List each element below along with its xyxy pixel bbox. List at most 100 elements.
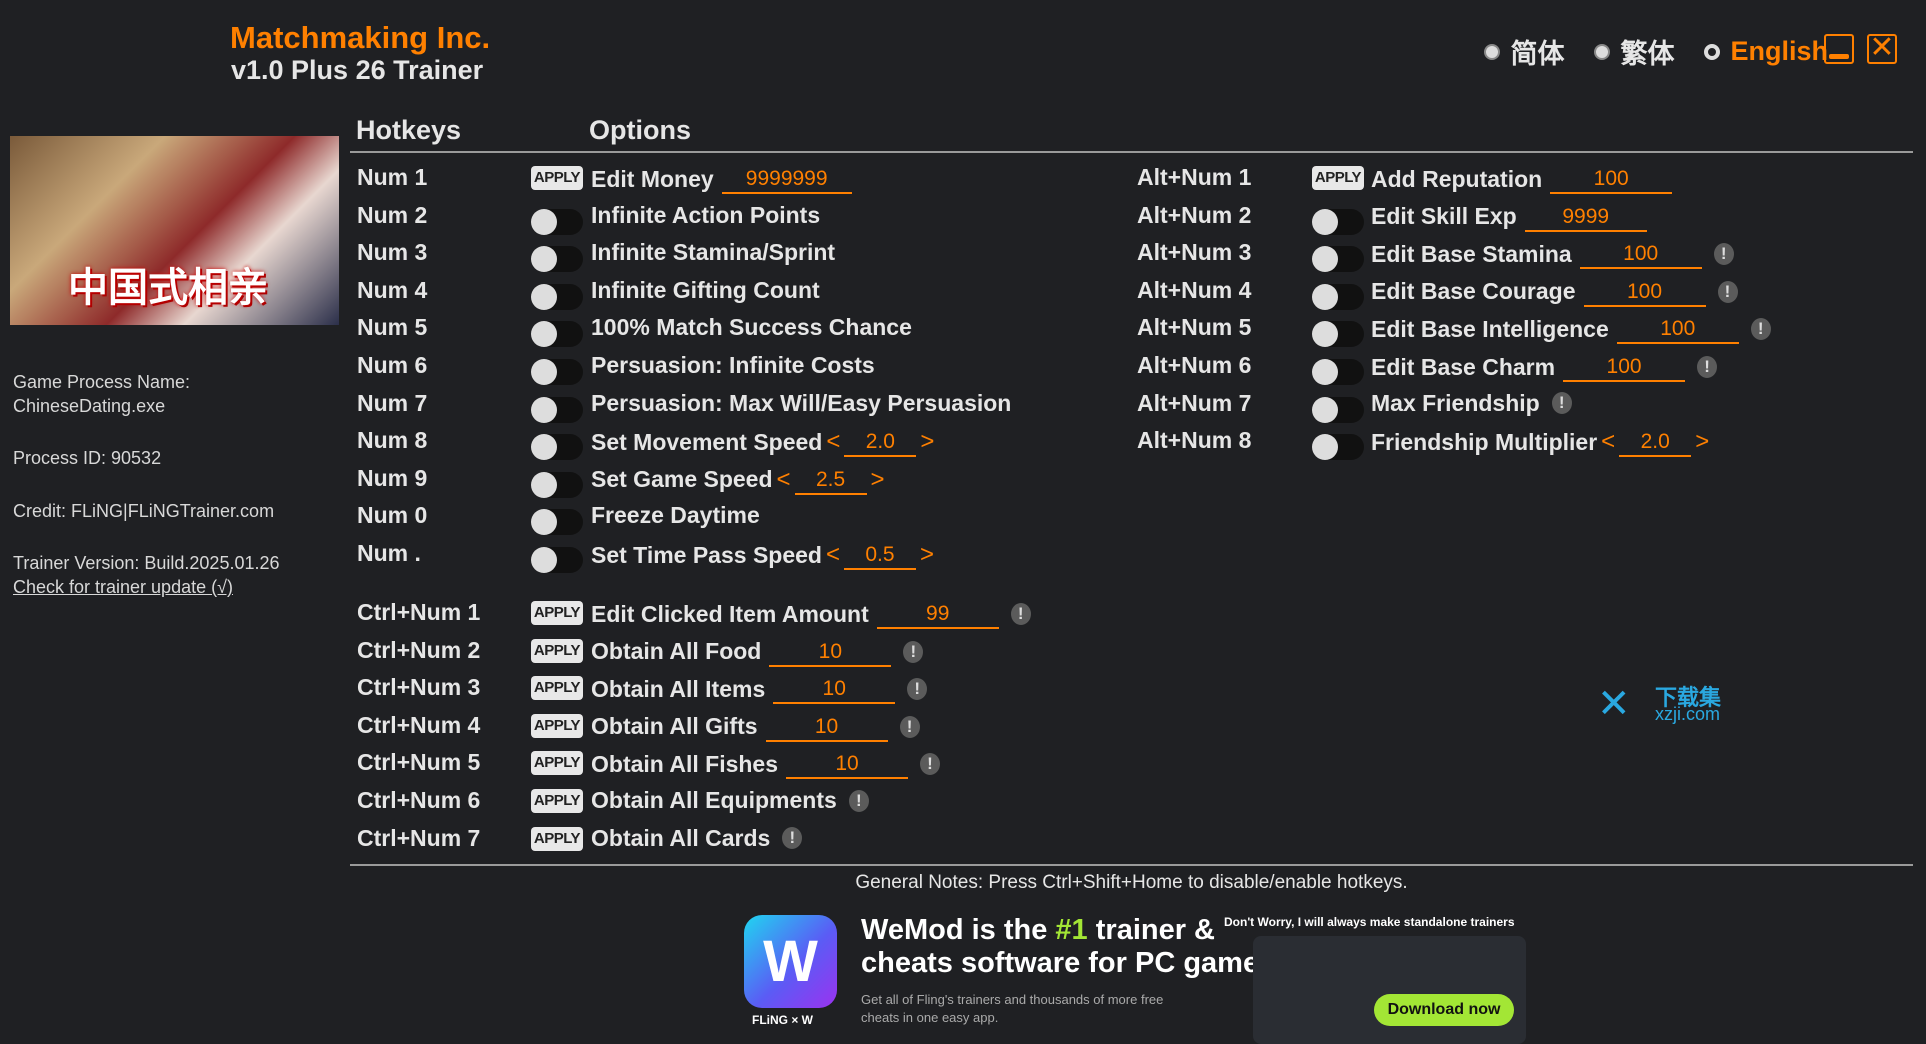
ad-body: Get all of Fling's trainers and thousand… [861,992,1164,1025]
toggle-switch[interactable] [531,321,583,348]
lang-simplified[interactable]: 简体 [1484,32,1564,71]
process-name-label: Game Process Name: [13,372,191,392]
close-button[interactable]: ✕ [1867,33,1897,64]
stepper-value[interactable]: 2.0 [844,427,917,458]
warning-icon[interactable]: ! [907,678,928,701]
hotkey: Alt+Num 4 [1137,276,1252,303]
increase-arrow-icon[interactable]: > [920,541,934,569]
warning-icon[interactable]: ! [1551,392,1572,415]
option-label: Edit Base Intelligence [1371,315,1609,342]
value-input[interactable]: 99 [876,599,999,629]
toggle-switch[interactable] [1312,396,1364,423]
value-input[interactable]: 100 [1583,277,1706,307]
toggle-switch[interactable] [531,434,583,461]
hotkey: Num 5 [357,314,428,341]
warning-icon[interactable]: ! [920,753,941,776]
increase-arrow-icon[interactable]: > [920,428,934,456]
radio-icon[interactable] [1484,43,1501,60]
toggle-switch[interactable] [1312,321,1364,348]
decrease-arrow-icon[interactable]: < [826,541,840,569]
option-row-obtain-all-equipments: Ctrl+Num 6 APPLY Obtain All Equipments! [357,783,1157,819]
radio-selected-icon[interactable] [1704,43,1721,60]
toggle-switch[interactable] [1312,434,1364,461]
stepper-value[interactable]: 2.0 [1619,427,1692,458]
decrease-arrow-icon[interactable]: < [777,466,791,494]
download-now-button[interactable]: Download now [1374,994,1514,1026]
toggle-switch[interactable] [531,359,583,385]
language-selector: 简体 繁体 English [1484,32,1846,71]
toggle-switch[interactable] [531,246,583,273]
option-row-edit-base-courage: Alt+Num 4 Edit Base Courage 100! [1137,273,1926,310]
warning-icon[interactable]: ! [1010,603,1031,625]
apply-button[interactable]: APPLY [531,789,583,813]
hotkey: Ctrl+Num 4 [357,711,481,738]
ad-note: Don't Worry, I will always make standalo… [1224,915,1515,929]
warning-icon[interactable]: ! [1750,318,1771,341]
apply-button[interactable]: APPLY [531,638,583,663]
warning-icon[interactable]: ! [848,789,869,812]
value-input[interactable]: 9999 [1524,202,1647,232]
decrease-arrow-icon[interactable]: < [826,428,840,456]
wemod-logo-icon[interactable]: W [744,915,837,1008]
lang-traditional[interactable]: 繁体 [1594,32,1674,71]
value-input[interactable]: 10 [773,674,896,705]
toggle-switch[interactable] [1312,208,1364,235]
increase-arrow-icon[interactable]: > [871,466,885,494]
option-row-obtain-all-food: Ctrl+Num 2 APPLY Obtain All Food 10! [357,633,1157,669]
hotkey: Num 6 [357,352,428,378]
value-input[interactable]: 10 [765,712,888,742]
watermark-x-icon: ✕ [1597,682,1631,726]
hotkey: Num 4 [357,276,428,303]
warning-icon[interactable]: ! [1697,356,1718,378]
value-input[interactable]: 100 [1550,164,1673,194]
apply-button[interactable]: APPLY [531,751,583,776]
option-label: Persuasion: Infinite Costs [591,352,875,378]
warning-icon[interactable]: ! [1713,243,1734,266]
toggle-switch[interactable] [531,547,583,573]
lang-english[interactable]: English [1704,36,1828,67]
ad-headline[interactable]: WeMod is the #1 trainer & cheats software… [861,914,1275,980]
toggle-switch[interactable] [1312,283,1364,310]
update-link[interactable]: Check for trainer update (√) [13,577,233,597]
brand-text: FLiNG × W [752,1013,813,1027]
apply-button[interactable]: APPLY [531,601,583,625]
toggle-switch[interactable] [531,208,583,235]
option-label: Freeze Daytime [591,502,760,529]
toggle-switch[interactable] [531,471,583,498]
option-row-edit-skill-exp: Alt+Num 2 Edit Skill Exp 9999 [1137,198,1926,235]
apply-button[interactable]: APPLY [531,676,583,701]
toggle-switch[interactable] [531,283,583,310]
warning-icon[interactable]: ! [899,715,920,738]
hotkey: Alt+Num 7 [1137,389,1252,416]
value-input[interactable]: 100 [1579,239,1702,270]
toggle-switch[interactable] [531,509,583,536]
value-input[interactable]: 100 [1563,352,1686,382]
increase-arrow-icon[interactable]: > [1695,428,1709,456]
toggle-switch[interactable] [1312,359,1364,385]
minimize-button[interactable] [1824,34,1854,64]
apply-button[interactable]: APPLY [531,166,583,190]
stepper-value[interactable]: 2.5 [794,465,867,495]
warning-icon[interactable]: ! [903,640,924,663]
decrease-arrow-icon[interactable]: < [1601,428,1615,456]
apply-button[interactable]: APPLY [531,826,583,851]
apply-button[interactable]: APPLY [531,713,583,738]
value-input[interactable]: 10 [769,637,892,667]
warning-icon[interactable]: ! [782,827,803,850]
option-label: Obtain All Items [591,675,766,702]
apply-button[interactable]: APPLY [1312,166,1364,190]
option-label: Friendship Multiplier [1371,428,1598,455]
toggle-switch[interactable] [1312,246,1364,273]
hotkey: Num 8 [357,427,428,454]
radio-icon[interactable] [1594,43,1611,60]
hotkey: Alt+Num 1 [1137,164,1252,190]
value-input[interactable]: 100 [1616,314,1739,345]
warning-icon[interactable]: ! [1717,280,1738,303]
value-input[interactable]: 9999999 [721,164,852,194]
divider [350,864,1913,866]
stepper-value[interactable]: 0.5 [843,540,916,570]
ad-preview-image[interactable] [1253,936,1526,1044]
toggle-switch[interactable] [531,396,583,423]
value-input[interactable]: 10 [786,749,909,780]
divider [350,151,1913,153]
